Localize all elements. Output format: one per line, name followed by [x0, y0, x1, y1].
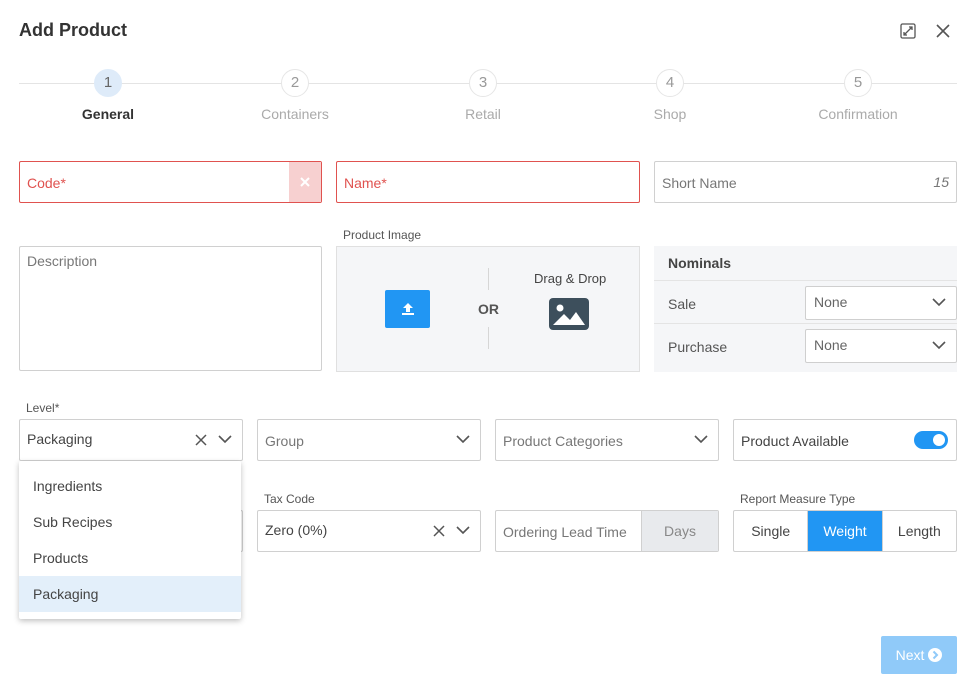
nominal-row-sale: Sale None — [654, 281, 957, 324]
expand-icon[interactable] — [899, 22, 917, 40]
step-confirmation[interactable]: 5 Confirmation — [778, 69, 938, 122]
measure-length-button[interactable]: Length — [881, 511, 956, 551]
clear-icon[interactable] — [433, 525, 445, 537]
next-label: Next — [895, 647, 925, 663]
level-option-sub-recipes[interactable]: Sub Recipes — [19, 504, 241, 540]
level-option-ingredients[interactable]: Ingredients — [19, 468, 241, 504]
step-label: Retail — [465, 106, 501, 122]
clear-code-button[interactable] — [289, 162, 321, 202]
group-placeholder: Group — [265, 433, 304, 449]
code-field[interactable]: Code* — [19, 161, 322, 203]
tax-code-label: Tax Code — [264, 492, 315, 506]
measure-single-button[interactable]: Single — [734, 511, 807, 551]
product-image-dropzone[interactable]: OR Drag & Drop — [336, 246, 640, 372]
ordering-lead-time-placeholder: Ordering Lead Time — [503, 524, 627, 540]
name-placeholder: Name* — [344, 175, 387, 191]
step-number: 3 — [469, 69, 497, 97]
step-number: 1 — [94, 69, 122, 97]
step-general[interactable]: 1 General — [28, 69, 188, 122]
group-select[interactable]: Group — [257, 419, 481, 461]
nominal-row-purchase: Purchase None — [654, 324, 957, 367]
name-field[interactable]: Name* — [336, 161, 640, 203]
product-available-field: Product Available — [733, 419, 957, 461]
next-button[interactable]: Next — [881, 636, 957, 674]
product-categories-select[interactable]: Product Categories — [495, 419, 719, 461]
or-text: OR — [478, 301, 499, 317]
chevron-down-icon — [456, 435, 470, 444]
short-name-placeholder: Short Name — [662, 175, 737, 191]
level-dropdown-menu: Ingredients Sub Recipes Products Packagi… — [19, 461, 241, 619]
step-label: Confirmation — [818, 106, 898, 122]
step-label: Containers — [261, 106, 329, 122]
step-number: 4 — [656, 69, 684, 97]
nominals-panel: Nominals Sale None Purchase None — [654, 246, 957, 372]
step-containers[interactable]: 2 Containers — [215, 69, 375, 122]
sale-select[interactable]: None — [805, 286, 957, 320]
image-divider — [488, 327, 489, 349]
upload-button[interactable] — [385, 290, 430, 328]
step-number: 5 — [844, 69, 872, 97]
step-number: 2 — [281, 69, 309, 97]
close-icon[interactable] — [934, 22, 952, 40]
measure-weight-button[interactable]: Weight — [807, 511, 882, 551]
description-placeholder: Description — [27, 253, 98, 269]
report-measure-type-label: Report Measure Type — [740, 492, 856, 506]
drag-drop-label: Drag & Drop — [534, 271, 607, 286]
chevron-down-icon[interactable] — [218, 435, 232, 444]
tax-code-select[interactable]: Zero (0%) — [257, 510, 481, 552]
code-placeholder: Code* — [27, 175, 66, 191]
purchase-label: Purchase — [668, 339, 728, 355]
level-select[interactable]: Packaging — [19, 419, 243, 461]
report-measure-type-group: Single Weight Length — [733, 510, 957, 552]
chevron-down-icon[interactable] — [456, 526, 470, 535]
chevron-down-icon — [694, 435, 708, 444]
days-unit: Days — [641, 511, 718, 551]
nominals-title: Nominals — [654, 246, 957, 281]
chevron-right-circle-icon — [928, 648, 943, 662]
clear-icon — [300, 177, 310, 187]
upload-icon — [401, 303, 414, 315]
purchase-value: None — [814, 337, 848, 353]
level-value: Packaging — [27, 431, 93, 447]
dialog-title: Add Product — [19, 20, 127, 40]
short-name-field[interactable]: Short Name 15 — [654, 161, 957, 203]
step-label: General — [81, 106, 135, 122]
sale-value: None — [814, 294, 848, 310]
clear-icon[interactable] — [195, 434, 207, 446]
product-available-toggle[interactable] — [914, 431, 948, 449]
short-name-counter: 15 — [933, 174, 949, 190]
level-option-packaging[interactable]: Packaging — [19, 576, 241, 612]
step-retail[interactable]: 3 Retail — [403, 69, 563, 122]
ordering-lead-time-field[interactable]: Ordering Lead Time Days — [495, 510, 719, 552]
step-label: Shop — [653, 106, 687, 122]
step-shop[interactable]: 4 Shop — [590, 69, 750, 122]
image-divider — [488, 268, 489, 290]
image-icon — [548, 297, 590, 334]
level-option-products[interactable]: Products — [19, 540, 241, 576]
description-field[interactable]: Description — [19, 246, 322, 371]
level-label: Level* — [26, 401, 60, 415]
chevron-down-icon — [932, 298, 946, 307]
tax-code-value: Zero (0%) — [265, 522, 328, 538]
product-categories-placeholder: Product Categories — [503, 433, 623, 449]
toggle-knob — [933, 434, 945, 446]
sale-label: Sale — [668, 296, 697, 312]
product-available-label: Product Available — [741, 433, 849, 449]
chevron-down-icon — [932, 341, 946, 350]
purchase-select[interactable]: None — [805, 329, 957, 363]
product-image-label: Product Image — [343, 228, 422, 242]
